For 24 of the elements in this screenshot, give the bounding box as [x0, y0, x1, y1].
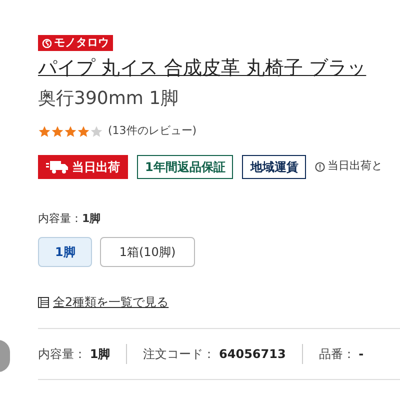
shipping-note: 当日出荷と [327, 158, 382, 174]
product-title[interactable]: パイプ 丸イス 合成皮革 丸椅子 ブラッ [38, 57, 366, 79]
option-button[interactable]: 1脚 [38, 237, 92, 267]
star-icon [77, 124, 90, 138]
spec-item: 内容量： 1脚 [38, 346, 110, 363]
star-icon [38, 124, 51, 138]
star-icon [51, 124, 64, 138]
logo-mark-icon [42, 38, 52, 48]
truck-icon [46, 160, 68, 174]
info-icon [315, 162, 326, 172]
list-link[interactable]: 全2種類を一覧で見る [53, 293, 169, 311]
star-icon [90, 124, 103, 138]
spec-item: 注文コード： 64056713 [143, 346, 286, 363]
logo-text: モノタロウ [54, 35, 109, 51]
variant-label: 内容量：1脚 [38, 210, 101, 226]
option-button[interactable]: 1箱(10脚) [100, 237, 195, 267]
badge: 当日出荷 [38, 154, 128, 178]
badge: 地域運賃 [242, 154, 306, 178]
product-subtitle: 奥行390mm 1脚 [38, 88, 179, 109]
review-count[interactable]: (13件のレビュー) [108, 123, 197, 140]
badge: 1年間返品保証 [137, 154, 234, 178]
spec-item: 品番： - [318, 346, 364, 363]
star-icon [64, 124, 77, 138]
list-icon [38, 296, 49, 308]
